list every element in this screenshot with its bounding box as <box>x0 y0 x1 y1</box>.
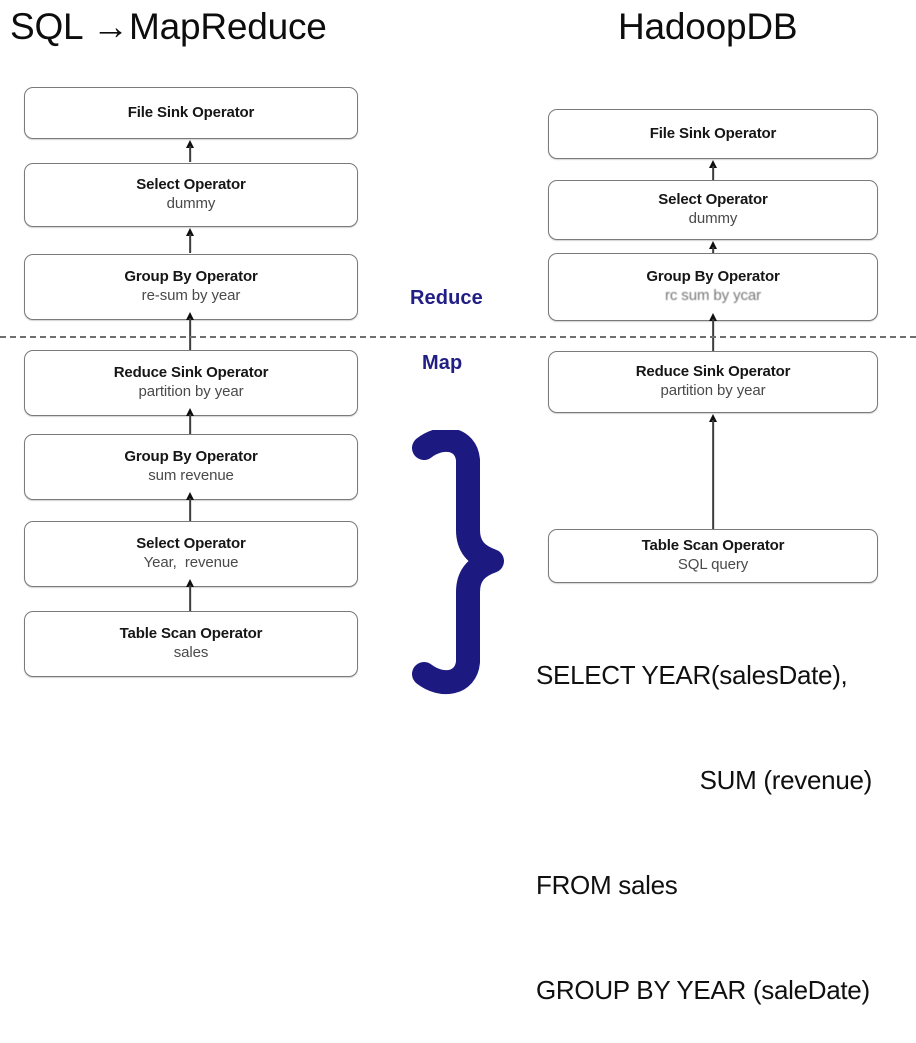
operator-subtitle: dummy <box>688 210 738 227</box>
right-box-group-by-operator-resum[interactable]: Group By Operator rc sum by ycar <box>548 253 878 321</box>
phase-label-reduce: Reduce <box>410 287 483 309</box>
operator-title: File Sink Operator <box>127 103 255 121</box>
right-arrow-select-to-file-sink <box>706 160 720 180</box>
sql-line-1: SELECT YEAR(salesDate), <box>536 660 848 690</box>
left-box-group-by-operator-sum-revenue[interactable]: Group By Operator sum revenue <box>24 434 358 500</box>
sql-line-4: GROUP BY YEAR (saleDate) <box>536 975 870 1005</box>
left-box-reduce-sink-operator[interactable]: Reduce Sink Operator partition by year <box>24 350 358 416</box>
phase-label-map: Map <box>422 352 463 374</box>
operator-subtitle: partition by year <box>660 382 766 399</box>
operator-subtitle: Year, revenue <box>143 554 239 571</box>
left-arrow-groupby-to-select <box>183 228 197 253</box>
operator-subtitle: partition by year <box>138 383 244 400</box>
operator-title: Group By Operator <box>124 268 258 286</box>
left-column-title: SQL →MapReduce <box>10 6 327 47</box>
operator-title: Group By Operator <box>646 268 780 286</box>
curly-brace-icon <box>412 428 504 694</box>
left-box-file-sink-operator[interactable]: File Sink Operator <box>24 87 358 139</box>
left-box-select-operator-dummy[interactable]: Select Operator dummy <box>24 163 358 227</box>
sql-line-3: FROM sales <box>536 870 678 900</box>
operator-title: Table Scan Operator <box>641 537 785 555</box>
right-box-table-scan-operator[interactable]: Table Scan Operator SQL query <box>548 529 878 583</box>
operator-title: File Sink Operator <box>649 124 777 142</box>
operator-title: Table Scan Operator <box>119 625 263 643</box>
curly-brace <box>402 428 512 705</box>
operator-subtitle: rc sum by ycar <box>664 287 762 304</box>
operator-title: Select Operator <box>658 191 768 209</box>
left-box-group-by-operator-resum[interactable]: Group By Operator re-sum by year <box>24 254 358 320</box>
operator-subtitle: re-sum by year <box>141 287 241 304</box>
sql-query-text: SELECT YEAR(salesDate), SUM (revenue) FR… <box>536 588 916 1043</box>
right-box-reduce-sink-operator[interactable]: Reduce Sink Operator partition by year <box>548 351 878 413</box>
operator-title: Select Operator <box>136 535 246 553</box>
operator-title: Select Operator <box>136 176 246 194</box>
operator-title: Reduce Sink Operator <box>635 363 791 381</box>
right-box-file-sink-operator[interactable]: File Sink Operator <box>548 109 878 159</box>
operator-title: Reduce Sink Operator <box>113 364 269 382</box>
operator-subtitle: sum revenue <box>148 467 234 484</box>
left-box-table-scan-operator[interactable]: Table Scan Operator sales <box>24 611 358 677</box>
sql-line-2: SUM (revenue) <box>699 765 873 795</box>
operator-subtitle: SQL query <box>677 556 749 573</box>
right-arrow-table-scan-to-reduce-sink <box>706 414 720 531</box>
map-reduce-divider <box>0 336 916 338</box>
left-arrow-select-to-file-sink <box>183 140 197 162</box>
operator-title: Group By Operator <box>124 448 258 466</box>
right-column-title: HadoopDB <box>618 6 798 47</box>
left-box-select-operator-year-revenue[interactable]: Select Operator Year, revenue <box>24 521 358 587</box>
right-box-select-operator-dummy[interactable]: Select Operator dummy <box>548 180 878 240</box>
left-arrow-table-scan-to-select <box>183 579 197 613</box>
operator-subtitle: dummy <box>166 195 216 212</box>
operator-subtitle: sales <box>173 644 209 661</box>
